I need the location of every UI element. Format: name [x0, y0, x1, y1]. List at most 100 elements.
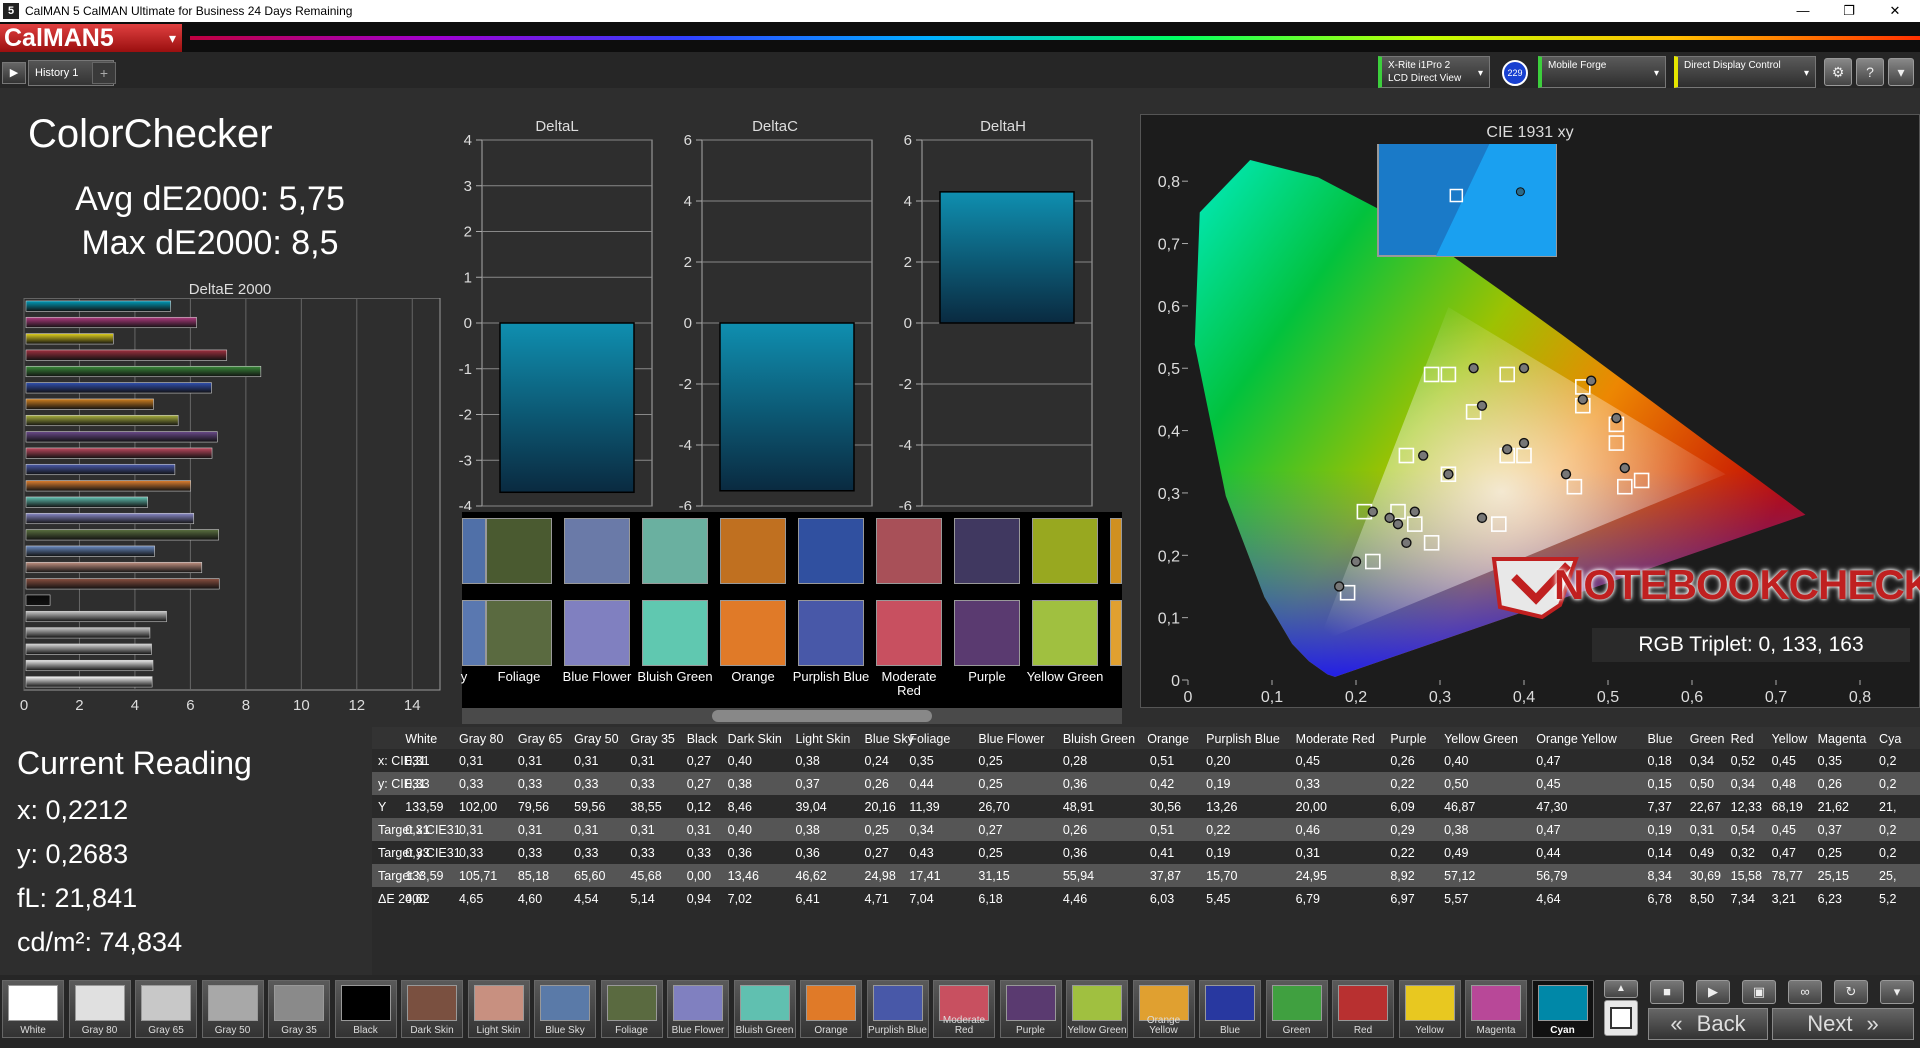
- swatch-target[interactable]: [798, 600, 864, 666]
- save-button[interactable]: ▣: [1742, 980, 1776, 1004]
- add-tab-button[interactable]: +: [92, 62, 116, 84]
- table-header-cell: Purplish Blue: [1206, 732, 1280, 746]
- swatch-scrollbar[interactable]: [462, 708, 1122, 724]
- deltae-xtick: 14: [404, 697, 421, 714]
- up-button[interactable]: ▲: [1604, 980, 1638, 998]
- source-selector[interactable]: Mobile Forge ▾: [1538, 56, 1666, 88]
- next-button[interactable]: Next »: [1772, 1008, 1914, 1040]
- patch-button[interactable]: Gray 80: [68, 980, 131, 1038]
- play-button[interactable]: ▶: [2, 62, 26, 84]
- cie-ytick: 0,7: [1158, 237, 1180, 254]
- swatch-target[interactable]: [876, 600, 942, 666]
- patch-button[interactable]: Gray 65: [135, 980, 197, 1038]
- help-icon[interactable]: ?: [1856, 58, 1884, 86]
- table-cell: 0,31: [405, 823, 429, 837]
- table-cell: 0,42: [1150, 777, 1174, 791]
- scrollbar-thumb[interactable]: [712, 710, 932, 722]
- data-table[interactable]: White Gray 80 Gray 65 Gray 50 Gray 35 Black Da…: [372, 727, 1920, 979]
- patch-button[interactable]: Cyan: [1531, 980, 1594, 1038]
- swatch-actual[interactable]: [642, 518, 708, 584]
- swatch-actual[interactable]: [462, 518, 486, 584]
- refresh-button[interactable]: ↻: [1834, 980, 1868, 1004]
- table-cell: 55,94: [1063, 869, 1094, 883]
- measured-point: [1619, 462, 1630, 474]
- table-cell: 8,50: [1690, 892, 1714, 906]
- patch-button[interactable]: Blue Flower: [667, 980, 729, 1038]
- swatch-target[interactable]: [462, 600, 486, 666]
- swatch-actual[interactable]: [564, 518, 630, 584]
- table-cell: 0,15: [1648, 777, 1672, 791]
- deltae-bar: [25, 578, 220, 590]
- meter-badge[interactable]: 229: [1502, 60, 1528, 86]
- swatch-actual[interactable]: [876, 518, 942, 584]
- patch-button[interactable]: Bluish Green: [733, 980, 796, 1038]
- patch-button[interactable]: Black: [334, 980, 397, 1038]
- patch-button[interactable]: White: [2, 980, 64, 1038]
- cie-ytick: 0: [1171, 673, 1180, 690]
- swatch-target[interactable]: [720, 600, 786, 666]
- table-cell: 6,23: [1818, 892, 1842, 906]
- swatch-target[interactable]: [1032, 600, 1098, 666]
- logo-text: CalMAN5: [4, 24, 114, 52]
- swatch-target[interactable]: [642, 600, 708, 666]
- swatch-target[interactable]: [486, 600, 552, 666]
- table-cell: 17,41: [909, 869, 940, 883]
- deltae-bar: [25, 431, 218, 443]
- swatch-actual[interactable]: [1032, 518, 1098, 584]
- chevron-down-icon[interactable]: ▾: [1888, 58, 1914, 86]
- table-cell: 0,25: [865, 823, 889, 837]
- table-cell: 0,37: [795, 777, 819, 791]
- swatch-actual[interactable]: [720, 518, 786, 584]
- delta-ytick: -6: [899, 498, 912, 510]
- swatch-actual[interactable]: [486, 518, 552, 584]
- swatch-target[interactable]: [564, 600, 630, 666]
- patch-button[interactable]: Green: [1265, 980, 1328, 1038]
- swatch-actual[interactable]: [1110, 518, 1122, 584]
- stop-button[interactable]: ■: [1650, 980, 1684, 1004]
- swatch-target[interactable]: [954, 600, 1020, 666]
- patch-button[interactable]: Magenta: [1465, 980, 1527, 1038]
- swatch-actual[interactable]: [798, 518, 864, 584]
- patch-button[interactable]: Purple: [999, 980, 1062, 1038]
- swatch-target[interactable]: [1110, 600, 1122, 666]
- patch-button[interactable]: Orange: [800, 980, 862, 1038]
- app-logo[interactable]: CalMAN5 ▾: [0, 24, 182, 52]
- patch-button[interactable]: Dark Skin: [401, 980, 463, 1038]
- patch-button[interactable]: Blue Sky: [534, 980, 596, 1038]
- meter-selector[interactable]: X-Rite i1Pro 2 LCD Direct View ▾: [1378, 56, 1490, 88]
- patch-button[interactable]: Moderate Red: [933, 980, 995, 1038]
- patch-swatch: [1072, 985, 1122, 1021]
- patch-button[interactable]: Gray 35: [268, 980, 330, 1038]
- table-row-label: Y: [378, 800, 387, 814]
- current-reading-panel: Current Reading x: 0,2212 y: 0,2683 fL: …: [0, 723, 372, 975]
- swatch-actual[interactable]: [954, 518, 1020, 584]
- restore-button[interactable]: ❐: [1826, 0, 1872, 22]
- patch-button[interactable]: Yellow Green: [1066, 980, 1128, 1038]
- patch-button[interactable]: Light Skin: [467, 980, 530, 1038]
- minimize-button[interactable]: —: [1780, 0, 1826, 22]
- display-toggle-button[interactable]: [1604, 1000, 1638, 1036]
- back-button[interactable]: « Back: [1648, 1008, 1768, 1040]
- cie-ytick: 0,1: [1158, 611, 1180, 628]
- patch-button[interactable]: Yellow: [1398, 980, 1461, 1038]
- patch-button[interactable]: Red: [1332, 980, 1394, 1038]
- table-cell: 0,33: [459, 846, 483, 860]
- play-measure-button[interactable]: ▶: [1696, 980, 1730, 1004]
- table-cell: 8,92: [1390, 869, 1414, 883]
- close-button[interactable]: ✕: [1872, 0, 1918, 22]
- more-button[interactable]: ▾: [1880, 980, 1914, 1004]
- patch-button[interactable]: Foliage: [600, 980, 663, 1038]
- patch-button[interactable]: Orange Yellow: [1132, 980, 1195, 1038]
- patch-button[interactable]: Gray 50: [201, 980, 264, 1038]
- display-selector[interactable]: Direct Display Control ▾: [1674, 56, 1816, 88]
- patch-label: Cyan: [1550, 1025, 1575, 1036]
- patch-button[interactable]: Blue: [1199, 980, 1261, 1038]
- patch-button[interactable]: Purplish Blue: [866, 980, 929, 1038]
- loop-button[interactable]: ∞: [1788, 980, 1822, 1004]
- patch-swatch: [1471, 985, 1521, 1021]
- patch-label: Gray 50: [214, 1025, 251, 1036]
- table-cell: 0,45: [1772, 823, 1796, 837]
- table-cell: 0,33: [574, 777, 598, 791]
- deltae-xtick: 10: [293, 697, 310, 714]
- gear-icon[interactable]: ⚙: [1824, 58, 1852, 86]
